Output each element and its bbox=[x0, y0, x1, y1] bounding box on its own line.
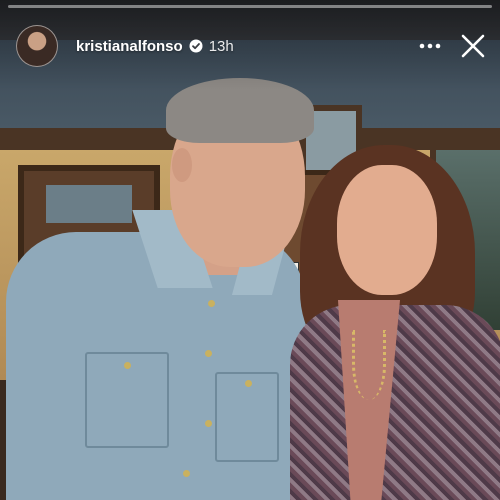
avatar[interactable] bbox=[16, 25, 58, 67]
more-horizontal-icon[interactable] bbox=[416, 32, 444, 60]
post-time: 13h bbox=[208, 37, 234, 55]
username[interactable]: kristianalfonso bbox=[76, 38, 183, 55]
woman-necklace bbox=[352, 330, 386, 400]
story-header: kristianalfonso 13h bbox=[16, 24, 488, 68]
woman-face bbox=[337, 165, 437, 295]
shirt-button bbox=[205, 420, 212, 427]
close-icon[interactable] bbox=[458, 31, 488, 61]
shirt-button bbox=[205, 350, 212, 357]
man-ear bbox=[172, 148, 192, 182]
shirt-button bbox=[124, 362, 131, 369]
shirt-button bbox=[183, 470, 190, 477]
verified-badge-icon bbox=[189, 39, 203, 53]
door-glass bbox=[46, 185, 132, 223]
shirt-button bbox=[208, 300, 215, 307]
story-progress-bar bbox=[8, 5, 492, 8]
shirt-button bbox=[245, 380, 252, 387]
